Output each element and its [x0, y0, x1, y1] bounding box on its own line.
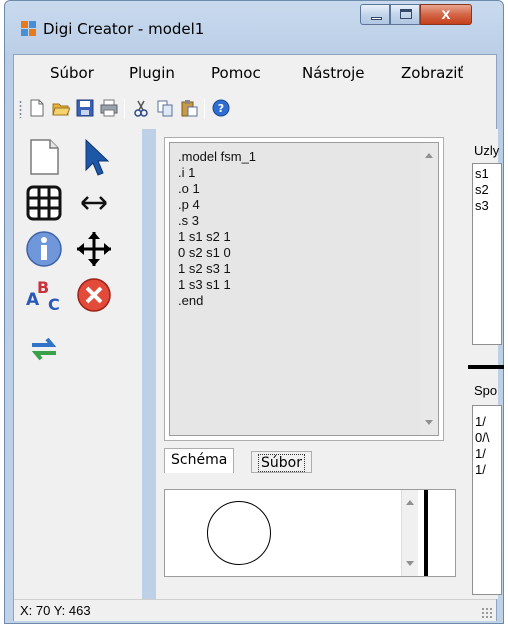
menu-bar: Súbor Plugin Pomoc Nástroje Zobraziť — [14, 55, 496, 92]
code-line: .o 1 — [178, 181, 200, 196]
close-button[interactable]: x — [420, 4, 472, 25]
code-line: 0 s2 s1 0 — [178, 245, 231, 260]
editor-panel: .model fsm_1 .i 1 .o 1 .p 4 .s 3 1 s1 s2… — [156, 129, 462, 599]
connections-list[interactable]: 1/ 0/\ 1/ 1/ — [472, 405, 502, 595]
pointer-arrow-icon[interactable] — [74, 137, 114, 177]
scroll-down-icon[interactable] — [425, 420, 433, 425]
code-line: 1 s3 s1 1 — [178, 277, 231, 292]
list-item[interactable]: 1/ — [475, 462, 486, 477]
toolbar-separator — [204, 99, 205, 119]
print-icon[interactable] — [100, 99, 118, 117]
maximize-icon — [400, 9, 412, 19]
help-icon[interactable]: ? — [212, 99, 230, 117]
status-bar: X: 70 Y: 463 — [14, 599, 496, 621]
scroll-up-icon[interactable] — [406, 500, 414, 505]
grid-icon[interactable] — [24, 183, 64, 223]
code-line: .model fsm_1 — [178, 149, 257, 164]
list-item[interactable]: 1/ — [475, 446, 486, 461]
horizontal-resize-icon[interactable] — [74, 183, 114, 223]
cursor-coordinates: X: 70 Y: 463 — [20, 603, 91, 618]
preview-divider — [424, 490, 428, 576]
list-item[interactable]: s3 — [475, 198, 489, 213]
toolbar-separator — [124, 99, 125, 119]
code-line: .end — [178, 293, 204, 308]
move-icon[interactable] — [74, 229, 114, 269]
scroll-down-icon[interactable] — [406, 561, 414, 566]
tab-schema[interactable]: Schéma — [164, 448, 235, 473]
app-icon — [21, 21, 37, 37]
code-line: .p 4 — [178, 197, 200, 212]
paste-icon[interactable] — [180, 99, 198, 117]
spellcheck-icon[interactable]: ABC — [24, 275, 64, 315]
maximize-button[interactable] — [390, 4, 420, 25]
menu-subor[interactable]: Súbor — [50, 64, 94, 82]
tool-palette: ABC — [16, 129, 148, 599]
preview-scrollbar[interactable] — [401, 490, 418, 576]
model-text-editor[interactable]: .model fsm_1 .i 1 .o 1 .p 4 .s 3 1 s1 s2… — [169, 142, 439, 436]
new-file-icon[interactable] — [28, 99, 46, 117]
code-line: .i 1 — [178, 165, 196, 180]
copy-icon[interactable] — [156, 99, 174, 117]
resize-grip-icon[interactable] — [481, 607, 493, 619]
list-item[interactable]: 0/\ — [475, 430, 489, 445]
list-item[interactable]: s1 — [475, 166, 489, 181]
panel-splitter[interactable] — [468, 365, 504, 369]
info-icon[interactable] — [24, 229, 64, 269]
menu-zobrazit[interactable]: Zobraziť — [401, 64, 463, 82]
svg-text:C: C — [48, 295, 60, 314]
tab-subor[interactable]: Súbor — [251, 451, 312, 473]
connections-label: Spo — [474, 383, 498, 398]
right-panel: Uzly s1 s2 s3 Spo 1/ 0/\ 1/ 1/ — [462, 129, 504, 599]
scroll-up-icon[interactable] — [425, 153, 433, 158]
app-window: Digi Creator - model1 x Súbor Plugin Pom… — [4, 0, 504, 624]
minimize-button[interactable] — [360, 4, 390, 25]
code-line: 1 s2 s3 1 — [178, 261, 231, 276]
list-item[interactable]: s2 — [475, 182, 489, 197]
tab-page-subor: .model fsm_1 .i 1 .o 1 .p 4 .s 3 1 s1 s2… — [164, 137, 444, 441]
refresh-icon[interactable] — [24, 329, 64, 369]
close-icon: x — [441, 6, 451, 23]
menu-nastroje[interactable]: Nástroje — [302, 64, 365, 82]
state-node-circle[interactable] — [207, 501, 271, 565]
svg-text:?: ? — [218, 102, 224, 115]
menu-pomoc[interactable]: Pomoc — [211, 64, 261, 82]
nodes-label: Uzly — [474, 143, 500, 158]
toolbar-grip[interactable] — [19, 100, 22, 118]
menu-plugin[interactable]: Plugin — [129, 64, 175, 82]
window-title: Digi Creator - model1 — [43, 20, 205, 38]
delete-icon[interactable] — [74, 275, 114, 315]
title-bar[interactable]: Digi Creator - model1 x — [5, 1, 503, 53]
editor-scrollbar[interactable] — [421, 143, 438, 435]
code-line: 1 s1 s2 1 — [178, 229, 231, 244]
code-line: .s 3 — [178, 213, 199, 228]
minimize-icon — [371, 17, 382, 20]
save-icon[interactable] — [76, 99, 94, 117]
cut-icon[interactable] — [132, 99, 150, 117]
open-folder-icon[interactable] — [52, 99, 71, 117]
page-icon[interactable] — [24, 137, 64, 177]
schema-preview[interactable] — [164, 489, 456, 577]
palette-splitter[interactable] — [142, 129, 156, 599]
toolbar: ? — [14, 92, 496, 127]
nodes-list[interactable]: s1 s2 s3 — [472, 163, 502, 345]
list-item[interactable]: 1/ — [475, 414, 486, 429]
client-area: Súbor Plugin Pomoc Nástroje Zobraziť ? A… — [13, 54, 504, 621]
tab-subor-label: Súbor — [258, 454, 305, 472]
